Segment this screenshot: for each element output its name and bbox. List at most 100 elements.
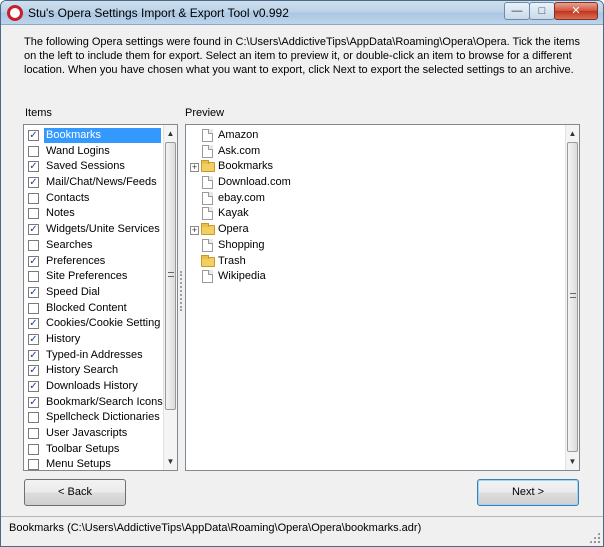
folder-icon [201,223,215,236]
list-item[interactable]: Menu Setups [24,457,164,470]
checkbox[interactable] [28,428,39,440]
list-item[interactable]: Contacts [24,191,164,207]
tree-item[interactable]: Wikipedia [186,269,561,285]
list-item[interactable]: Wand Logins [24,144,164,160]
checkbox[interactable] [28,145,39,157]
items-list: ✓ Bookmarks Wand Logins ✓ Saved Sessions ✓ Mai… [24,128,164,470]
checkbox[interactable] [28,412,39,424]
scroll-up-icon[interactable]: ▲ [164,127,177,141]
preview-scroll-thumb[interactable] [567,142,578,452]
tree-item[interactable]: + Opera [186,222,561,238]
preview-panel[interactable]: Amazon Ask.com + Bookmarks Download.com ebay.… [185,124,580,471]
checkbox[interactable] [28,443,39,455]
expand-icon[interactable]: + [190,226,199,236]
item-label: Saved Sessions [46,160,125,173]
checkbox[interactable]: ✓ [28,349,39,361]
items-scroll-thumb[interactable] [165,142,176,410]
tree-item-label: Opera [218,223,249,236]
checkbox[interactable]: ✓ [28,130,39,141]
checkbox[interactable]: ✓ [28,286,39,298]
scroll-up-icon[interactable]: ▲ [566,127,579,141]
scroll-down-icon[interactable]: ▼ [566,455,579,469]
list-item[interactable]: Searches [24,238,164,254]
item-label: Cookies/Cookie Setting [46,317,161,330]
list-item[interactable]: ✓ Cookies/Cookie Setting [24,316,164,332]
checkbox[interactable]: ✓ [28,161,39,173]
list-item[interactable]: ✓ Bookmark/Search Icons [24,395,164,411]
item-label: Typed-in Addresses [46,348,143,361]
preview-scrollbar[interactable]: ▲ ▼ [565,125,579,470]
tree-item[interactable]: Shopping [186,238,561,254]
scroll-down-icon[interactable]: ▼ [164,455,177,469]
panel-splitter[interactable] [180,271,182,311]
tree-item[interactable]: Download.com [186,175,561,191]
checkbox[interactable] [28,302,39,314]
tree-item[interactable]: + Bookmarks [186,159,561,175]
grip-icon [168,272,174,277]
item-label: Mail/Chat/News/Feeds [46,176,157,189]
resize-grip-icon[interactable] [589,532,600,543]
preview-tree: Amazon Ask.com + Bookmarks Download.com ebay.… [186,128,561,285]
item-label: Notes [46,207,75,220]
close-button[interactable]: ✕ [554,2,598,20]
next-button[interactable]: Next > [477,479,579,506]
list-item[interactable]: ✓ Preferences [24,254,164,270]
item-label: Bookmarks [44,128,161,143]
checkbox[interactable] [28,239,39,251]
tree-item[interactable]: Kayak [186,206,561,222]
item-label: History Search [46,364,119,377]
app-window: Stu's Opera Settings Import & Export Too… [0,0,604,547]
list-item[interactable]: Notes [24,206,164,222]
minimize-button[interactable]: — [504,2,530,20]
list-item[interactable]: ✓ Bookmarks [24,128,164,144]
title-bar[interactable]: Stu's Opera Settings Import & Export Too… [1,1,603,25]
item-label: Spellcheck Dictionaries [46,411,160,424]
status-text: Bookmarks (C:\Users\AddictiveTips\AppDat… [9,522,422,534]
checkbox[interactable] [28,208,39,220]
maximize-button[interactable]: □ [529,2,555,20]
list-item[interactable]: ✓ History Search [24,363,164,379]
checkbox[interactable]: ✓ [28,318,39,330]
tree-item-label: Ask.com [218,144,261,157]
checkbox[interactable]: ✓ [28,333,39,345]
tree-item[interactable]: Amazon [186,128,561,144]
items-scrollbar[interactable]: ▲ ▼ [163,125,177,470]
list-item[interactable]: ✓ Typed-in Addresses [24,348,164,364]
checkbox[interactable] [28,192,39,204]
tree-item[interactable]: Trash [186,254,561,270]
list-item[interactable]: Site Preferences [24,269,164,285]
checkbox[interactable]: ✓ [28,381,39,392]
list-item[interactable]: ✓ History [24,332,164,348]
list-item[interactable]: ✓ Saved Sessions [24,159,164,175]
bookmark-page-icon [202,270,213,284]
preview-heading: Preview [185,107,225,119]
checkbox[interactable]: ✓ [28,177,39,189]
tree-item-label: Bookmarks [218,160,274,173]
checkbox[interactable]: ✓ [28,396,39,408]
list-item[interactable]: ✓ Downloads History [24,379,164,395]
instructions-text: The following Opera settings were found … [24,36,580,76]
items-list-panel[interactable]: ✓ Bookmarks Wand Logins ✓ Saved Sessions ✓ Mai… [23,124,178,471]
back-button[interactable]: < Back [24,479,126,506]
list-item[interactable]: User Javascripts [24,426,164,442]
list-item[interactable]: ✓ Mail/Chat/News/Feeds [24,175,164,191]
item-label: Wand Logins [46,144,110,157]
list-item[interactable]: ✓ Widgets/Unite Services [24,222,164,238]
item-label: Preferences [46,254,106,267]
tree-item[interactable]: ebay.com [186,191,561,207]
bookmark-page-icon [202,207,213,221]
tree-item-label: Download.com [218,176,291,189]
checkbox[interactable]: ✓ [28,224,39,236]
item-label: Widgets/Unite Services [46,223,160,236]
list-item[interactable]: ✓ Speed Dial [24,285,164,301]
checkbox[interactable] [28,459,39,470]
list-item[interactable]: Spellcheck Dictionaries [24,410,164,426]
list-item[interactable]: Blocked Content [24,301,164,317]
expand-icon[interactable]: + [190,163,199,173]
checkbox[interactable]: ✓ [28,365,39,377]
item-label: Searches [46,238,93,251]
tree-item[interactable]: Ask.com [186,144,561,160]
checkbox[interactable]: ✓ [28,255,39,267]
list-item[interactable]: Toolbar Setups [24,442,164,458]
checkbox[interactable] [28,271,39,283]
